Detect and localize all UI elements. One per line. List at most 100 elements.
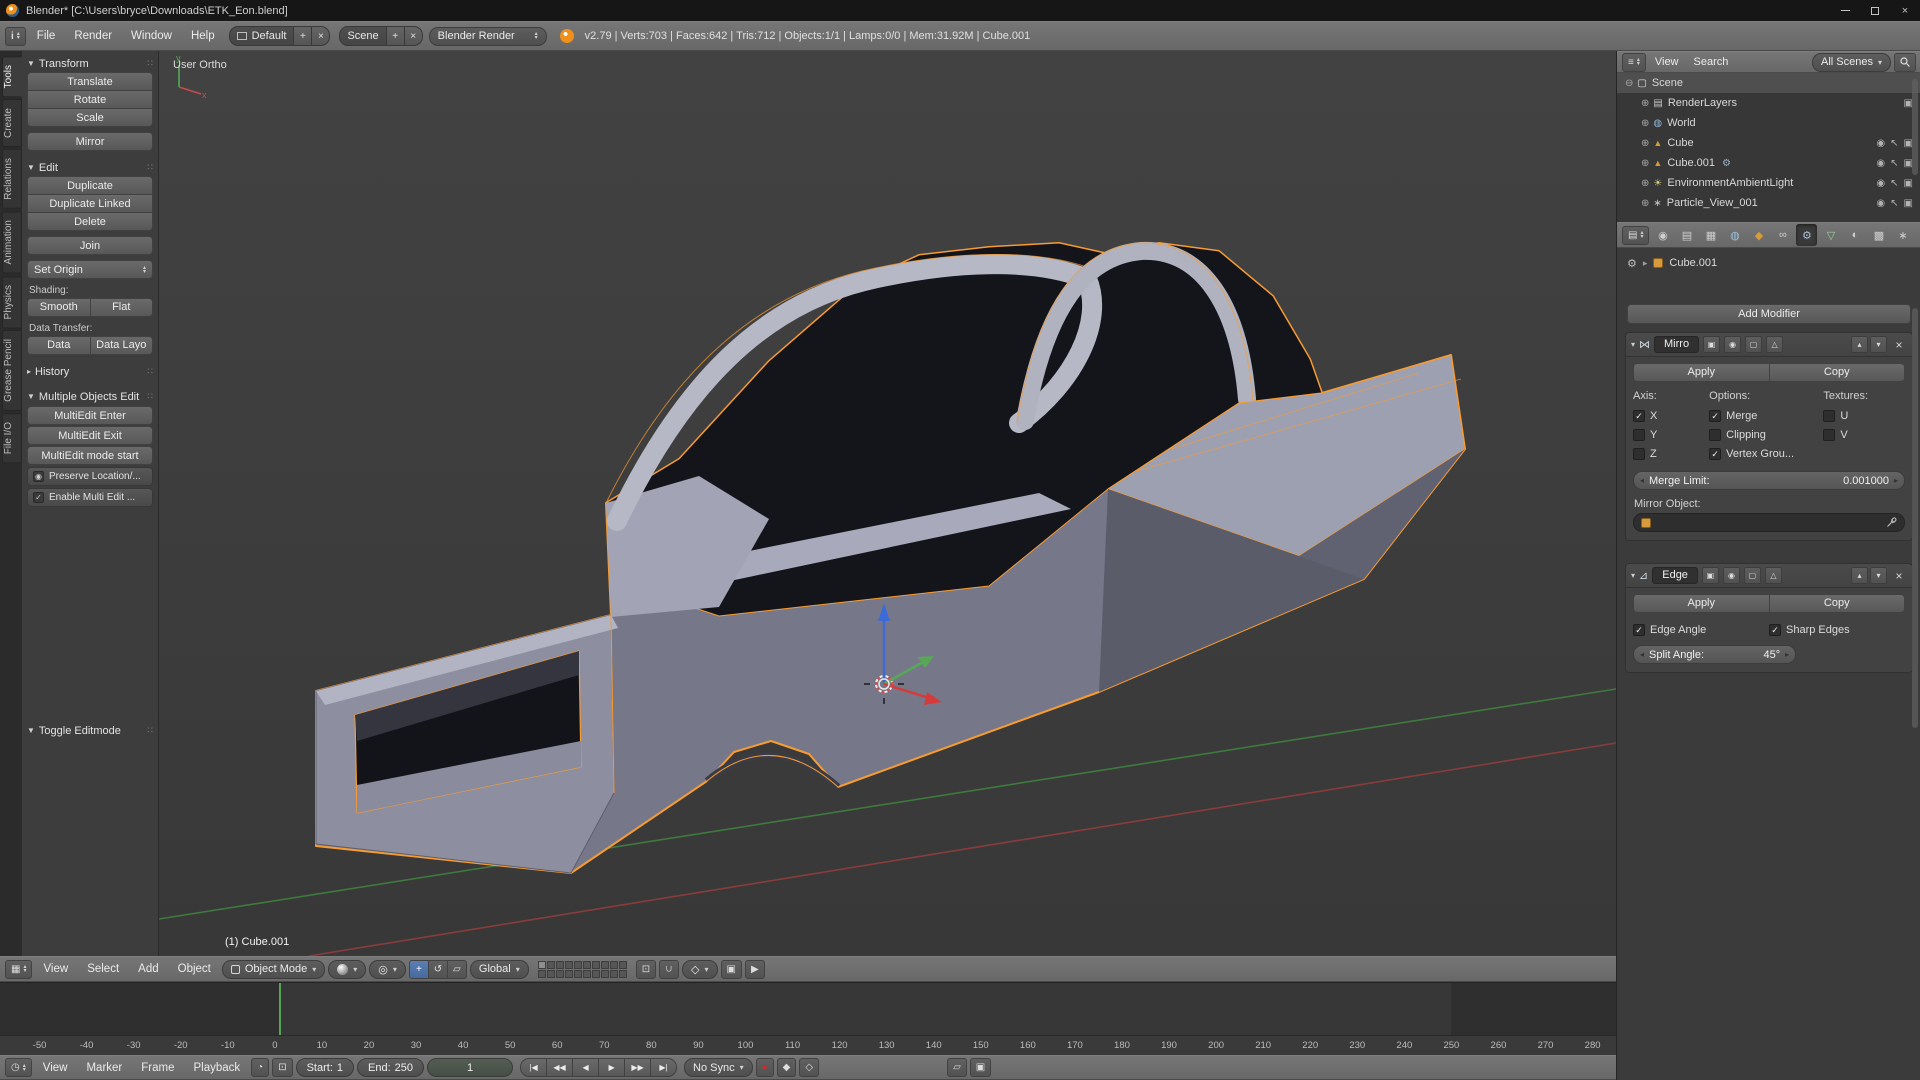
outliner-menu[interactable]: View xyxy=(1649,52,1685,72)
transfer-data-layout-button[interactable]: Data Layo xyxy=(90,336,154,355)
expand-toggle-icon[interactable] xyxy=(1641,138,1649,149)
opengl-render-anim-button[interactable]: ▶ xyxy=(745,960,765,979)
screen-layout-field[interactable]: Default xyxy=(229,26,295,46)
preview-range-button[interactable]: ◔ xyxy=(251,1058,269,1077)
viewport-menu[interactable]: Object xyxy=(170,957,219,981)
properties-tab[interactable] xyxy=(1676,224,1697,246)
properties-tab[interactable] xyxy=(1844,224,1865,246)
move-down-button[interactable]: ▾ xyxy=(1870,567,1887,584)
timeline-menu[interactable]: View xyxy=(35,1056,76,1079)
orientation-select[interactable]: Global▾ xyxy=(470,960,529,979)
selectability-arrow-icon[interactable]: ↖ xyxy=(1890,138,1898,149)
properties-tab[interactable] xyxy=(1796,224,1817,246)
playback-button[interactable]: ▶ xyxy=(598,1058,625,1077)
viewport-menu[interactable]: Add xyxy=(130,957,166,981)
expand-toggle-icon[interactable] xyxy=(1625,78,1633,89)
opengl-render-image-button[interactable]: ▣ xyxy=(721,960,742,979)
editor-type-button[interactable]: i xyxy=(5,27,26,46)
viewport-menu[interactable]: Select xyxy=(79,957,127,981)
visibility-eye-icon[interactable]: ◉ xyxy=(1876,158,1885,169)
viewport-visibility-toggle[interactable]: ◉ xyxy=(1723,567,1740,584)
playback-button[interactable]: ▶| xyxy=(650,1058,677,1077)
translate-manipulator-toggle[interactable]: + xyxy=(409,960,429,979)
viewport-menu[interactable]: View xyxy=(35,957,76,981)
outliner-row[interactable]: Scene ◉ ↖ ▣ xyxy=(1617,73,1920,93)
timeline-menu[interactable]: Marker xyxy=(78,1056,130,1079)
minimize-button[interactable] xyxy=(1830,0,1860,21)
timeline-extra-button-2[interactable]: ▣ xyxy=(970,1058,991,1077)
snap-element-select[interactable]: ◇▾ xyxy=(682,960,717,979)
axis-checkbox[interactable]: Y xyxy=(1633,426,1709,444)
mirror-object-field[interactable] xyxy=(1633,513,1905,532)
outliner-scrollbar[interactable] xyxy=(1912,79,1918,175)
layers-widget[interactable] xyxy=(538,961,627,978)
pivot-select[interactable]: ◎▾ xyxy=(369,960,406,979)
decrement-arrow-icon[interactable]: ◂ xyxy=(1640,476,1644,485)
panel-header-edit[interactable]: ▼Edit∷ xyxy=(27,159,153,176)
add-scene-button[interactable]: + xyxy=(387,26,405,46)
multi-edit-button[interactable]: MultiEdit Exit xyxy=(27,426,153,445)
cage-toggle[interactable]: △ xyxy=(1765,567,1782,584)
tool-shelf-tab[interactable]: File I/O xyxy=(2,413,22,463)
info-menu[interactable]: File xyxy=(29,22,64,50)
render-engine-select[interactable]: Blender Render xyxy=(429,27,547,46)
texture-checkbox[interactable]: V xyxy=(1823,426,1905,444)
mirror-button[interactable]: Mirror xyxy=(27,132,153,151)
transform-button[interactable]: Translate xyxy=(27,72,153,91)
tool-shelf-tab[interactable]: Create xyxy=(2,99,22,147)
renderability-camera-icon[interactable]: ▣ xyxy=(1904,178,1913,189)
cage-toggle[interactable]: △ xyxy=(1766,336,1783,353)
properties-tab[interactable] xyxy=(1820,224,1841,246)
modifier-header[interactable]: ▾ ⊿ Edge ▣ ◉ ▢ △ ▴ ▾ × xyxy=(1626,564,1912,588)
tool-shelf-tab[interactable]: Grease Pencil xyxy=(2,330,22,411)
collapse-arrow-icon[interactable]: ▾ xyxy=(1631,340,1635,349)
render-toggle[interactable]: ▣ xyxy=(1702,567,1719,584)
set-origin-dropdown[interactable]: Set Origin xyxy=(27,260,153,279)
axis-checkbox[interactable]: X xyxy=(1633,407,1709,425)
properties-tab[interactable] xyxy=(1892,224,1913,246)
tool-shelf-tab[interactable]: Relations xyxy=(2,149,22,209)
edgesplit-checkbox[interactable]: Sharp Edges xyxy=(1769,621,1905,639)
properties-tab[interactable] xyxy=(1724,224,1745,246)
transform-button[interactable]: Rotate xyxy=(27,90,153,109)
record-button[interactable]: ● xyxy=(756,1058,774,1077)
viewport-visibility-toggle[interactable]: ◉ xyxy=(1724,336,1741,353)
shading-select[interactable]: ▾ xyxy=(328,960,366,979)
modifier-header[interactable]: ▾ ⋈ Mirro ▣ ◉ ▢ △ ▴ ▾ × xyxy=(1626,333,1912,357)
properties-tab[interactable] xyxy=(1748,224,1769,246)
panel-grip-icon[interactable]: ∷ xyxy=(147,391,153,402)
editor-type-button[interactable]: ◷ xyxy=(5,1058,32,1077)
texture-checkbox[interactable]: U xyxy=(1823,407,1905,425)
renderability-camera-icon[interactable]: ▣ xyxy=(1904,198,1913,209)
mode-select[interactable]: Object Mode▾ xyxy=(222,960,325,979)
outliner-row[interactable]: World ◉ ↖ ▣ xyxy=(1617,113,1920,133)
eyedropper-icon[interactable] xyxy=(1886,517,1897,528)
render-toggle[interactable]: ▣ xyxy=(1703,336,1720,353)
preserve-location-toggle[interactable]: ◉Preserve Location/... xyxy=(27,467,153,486)
copy-button[interactable]: Copy xyxy=(1769,363,1906,382)
frame-lock-button[interactable]: ⊡ xyxy=(272,1058,292,1077)
outliner-row[interactable]: Particle_View_001 ◉ ↖ ▣ xyxy=(1617,193,1920,213)
current-frame-field[interactable]: 1 xyxy=(427,1058,513,1077)
panel-header-toggle-editmode[interactable]: ▼Toggle Editmode∷ xyxy=(27,722,153,739)
editor-type-button[interactable]: ▦ xyxy=(5,960,32,979)
editor-type-button[interactable]: ≡ xyxy=(1622,53,1646,72)
rotate-manipulator-toggle[interactable]: ↺ xyxy=(428,960,448,979)
tool-shelf-tab[interactable]: Tools xyxy=(2,56,22,97)
panel-grip-icon[interactable]: ∷ xyxy=(147,58,153,69)
timeline-menu[interactable]: Playback xyxy=(185,1056,248,1079)
expand-toggle-icon[interactable] xyxy=(1641,158,1649,169)
option-checkbox[interactable]: Vertex Grou... xyxy=(1709,445,1823,463)
playback-button[interactable]: ▶▶ xyxy=(624,1058,651,1077)
timeline-ruler[interactable]: -50-40-30-20-100102030405060708090100110… xyxy=(0,1035,1616,1055)
playback-button[interactable]: |◀ xyxy=(520,1058,547,1077)
tool-shelf-tab[interactable]: Animation xyxy=(2,211,22,273)
modifier-name-field[interactable]: Mirro xyxy=(1654,336,1699,353)
scale-manipulator-toggle[interactable]: ▱ xyxy=(447,960,467,979)
apply-button[interactable]: Apply xyxy=(1633,594,1770,613)
expand-toggle-icon[interactable] xyxy=(1641,118,1649,129)
maximize-button[interactable] xyxy=(1860,0,1890,21)
editmode-toggle[interactable]: ▢ xyxy=(1745,336,1762,353)
edit-button[interactable]: Duplicate Linked xyxy=(27,194,153,213)
join-button[interactable]: Join xyxy=(27,236,153,255)
